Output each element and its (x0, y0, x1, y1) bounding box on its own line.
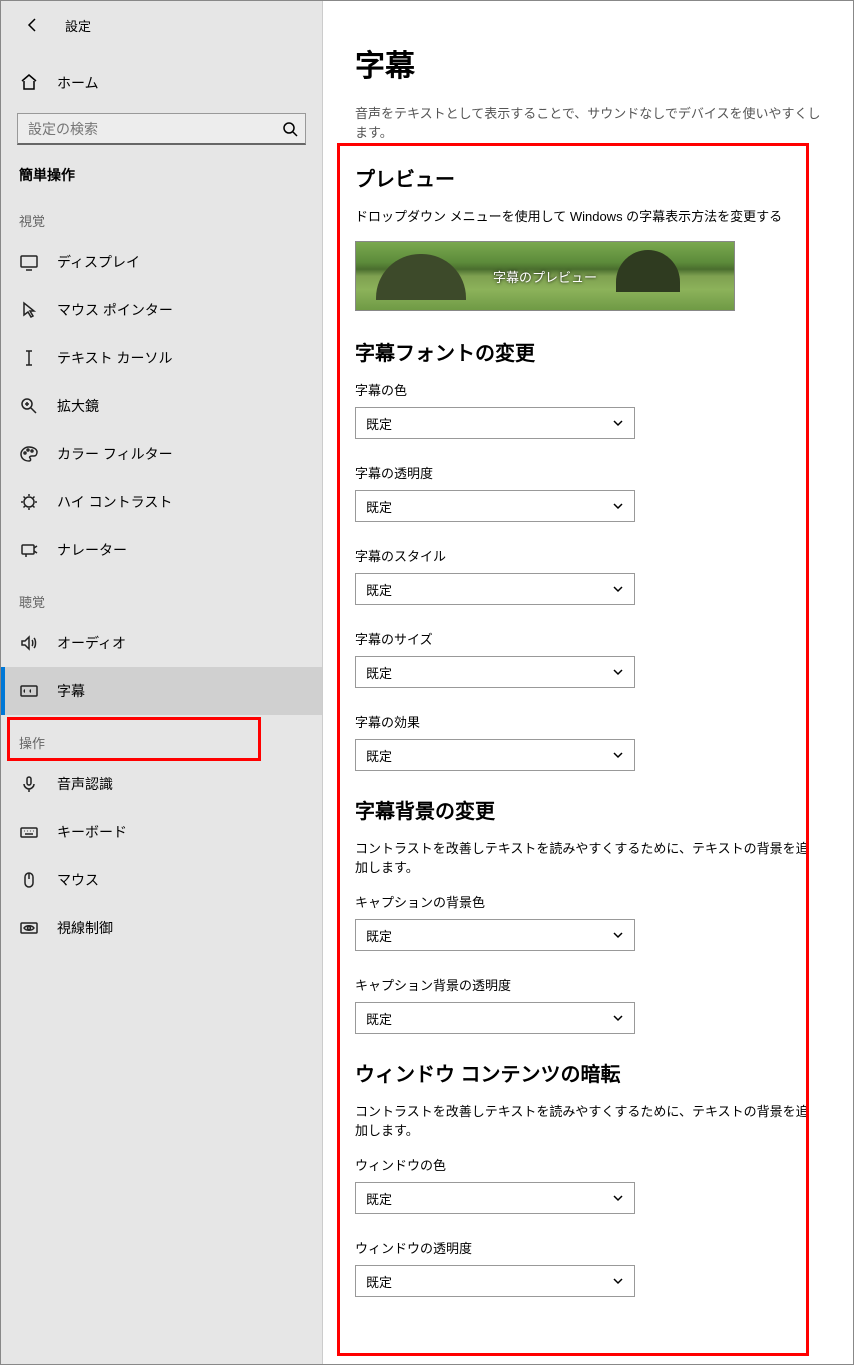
sidebar: 設定 ホーム 簡単操作 視覚 ディスプレイ マウス ポインター テキスト カーソ… (1, 1, 323, 1364)
page-title: 字幕 (355, 41, 821, 85)
nav-label: 音声認識 (57, 774, 113, 794)
nav-label: マウス ポインター (57, 300, 173, 320)
eye-icon (19, 918, 39, 938)
sidebar-item-mouse-pointer[interactable]: マウス ポインター (1, 286, 322, 334)
nav-label: ハイ コントラスト (57, 492, 172, 512)
display-icon (19, 252, 39, 272)
home-icon (19, 72, 39, 95)
nav-label: テキスト カーソル (57, 348, 172, 368)
mic-icon (19, 774, 39, 794)
back-button[interactable] (17, 9, 49, 41)
contrast-icon (19, 492, 39, 512)
nav-label: キーボード (57, 822, 127, 842)
sidebar-item-magnifier[interactable]: 拡大鏡 (1, 382, 322, 430)
page-subtitle: 音声をテキストとして表示することで、サウンドなしでデバイスを使いやすくします。 (355, 103, 821, 141)
nav-label: ディスプレイ (57, 252, 140, 272)
keyboard-icon (19, 822, 39, 842)
palette-icon (19, 444, 39, 464)
sidebar-group-vision: 視覚 (1, 193, 322, 238)
sidebar-group-hearing: 聴覚 (1, 574, 322, 619)
annotation-highlight-content (337, 143, 809, 1356)
caption-preview-text: 字幕のプレビュー (493, 267, 597, 286)
nav-label: 視線制御 (57, 918, 113, 938)
sidebar-item-eye-control[interactable]: 視線制御 (1, 904, 322, 952)
mouse-icon (19, 870, 39, 890)
narrator-icon (19, 540, 39, 560)
magnifier-icon (19, 396, 39, 416)
sidebar-item-text-cursor[interactable]: テキスト カーソル (1, 334, 322, 382)
sidebar-item-keyboard[interactable]: キーボード (1, 808, 322, 856)
sidebar-item-mouse[interactable]: マウス (1, 856, 322, 904)
search-icon (282, 121, 298, 137)
home-label: ホーム (57, 73, 99, 93)
search-input[interactable] (17, 113, 306, 145)
text-cursor-icon (19, 348, 39, 368)
nav-label: マウス (57, 870, 99, 890)
sidebar-item-high-contrast[interactable]: ハイ コントラスト (1, 478, 322, 526)
sidebar-item-color-filter[interactable]: カラー フィルター (1, 430, 322, 478)
window-title: 設定 (65, 16, 91, 35)
nav-label: 拡大鏡 (57, 396, 99, 416)
sidebar-category: 簡単操作 (1, 157, 322, 193)
nav-label: 字幕 (57, 681, 85, 701)
back-arrow-icon (25, 17, 41, 33)
sidebar-item-speech[interactable]: 音声認識 (1, 760, 322, 808)
nav-label: ナレーター (57, 540, 127, 560)
sidebar-item-captions[interactable]: 字幕 (1, 667, 322, 715)
sidebar-item-narrator[interactable]: ナレーター (1, 526, 322, 574)
annotation-highlight-sidebar (7, 717, 261, 761)
captions-icon (19, 681, 39, 701)
sidebar-item-audio[interactable]: オーディオ (1, 619, 322, 667)
nav-label: カラー フィルター (57, 444, 173, 464)
sidebar-item-display[interactable]: ディスプレイ (1, 238, 322, 286)
nav-label: オーディオ (57, 633, 126, 653)
sidebar-item-home[interactable]: ホーム (1, 61, 322, 105)
pointer-icon (19, 300, 39, 320)
audio-icon (19, 633, 39, 653)
